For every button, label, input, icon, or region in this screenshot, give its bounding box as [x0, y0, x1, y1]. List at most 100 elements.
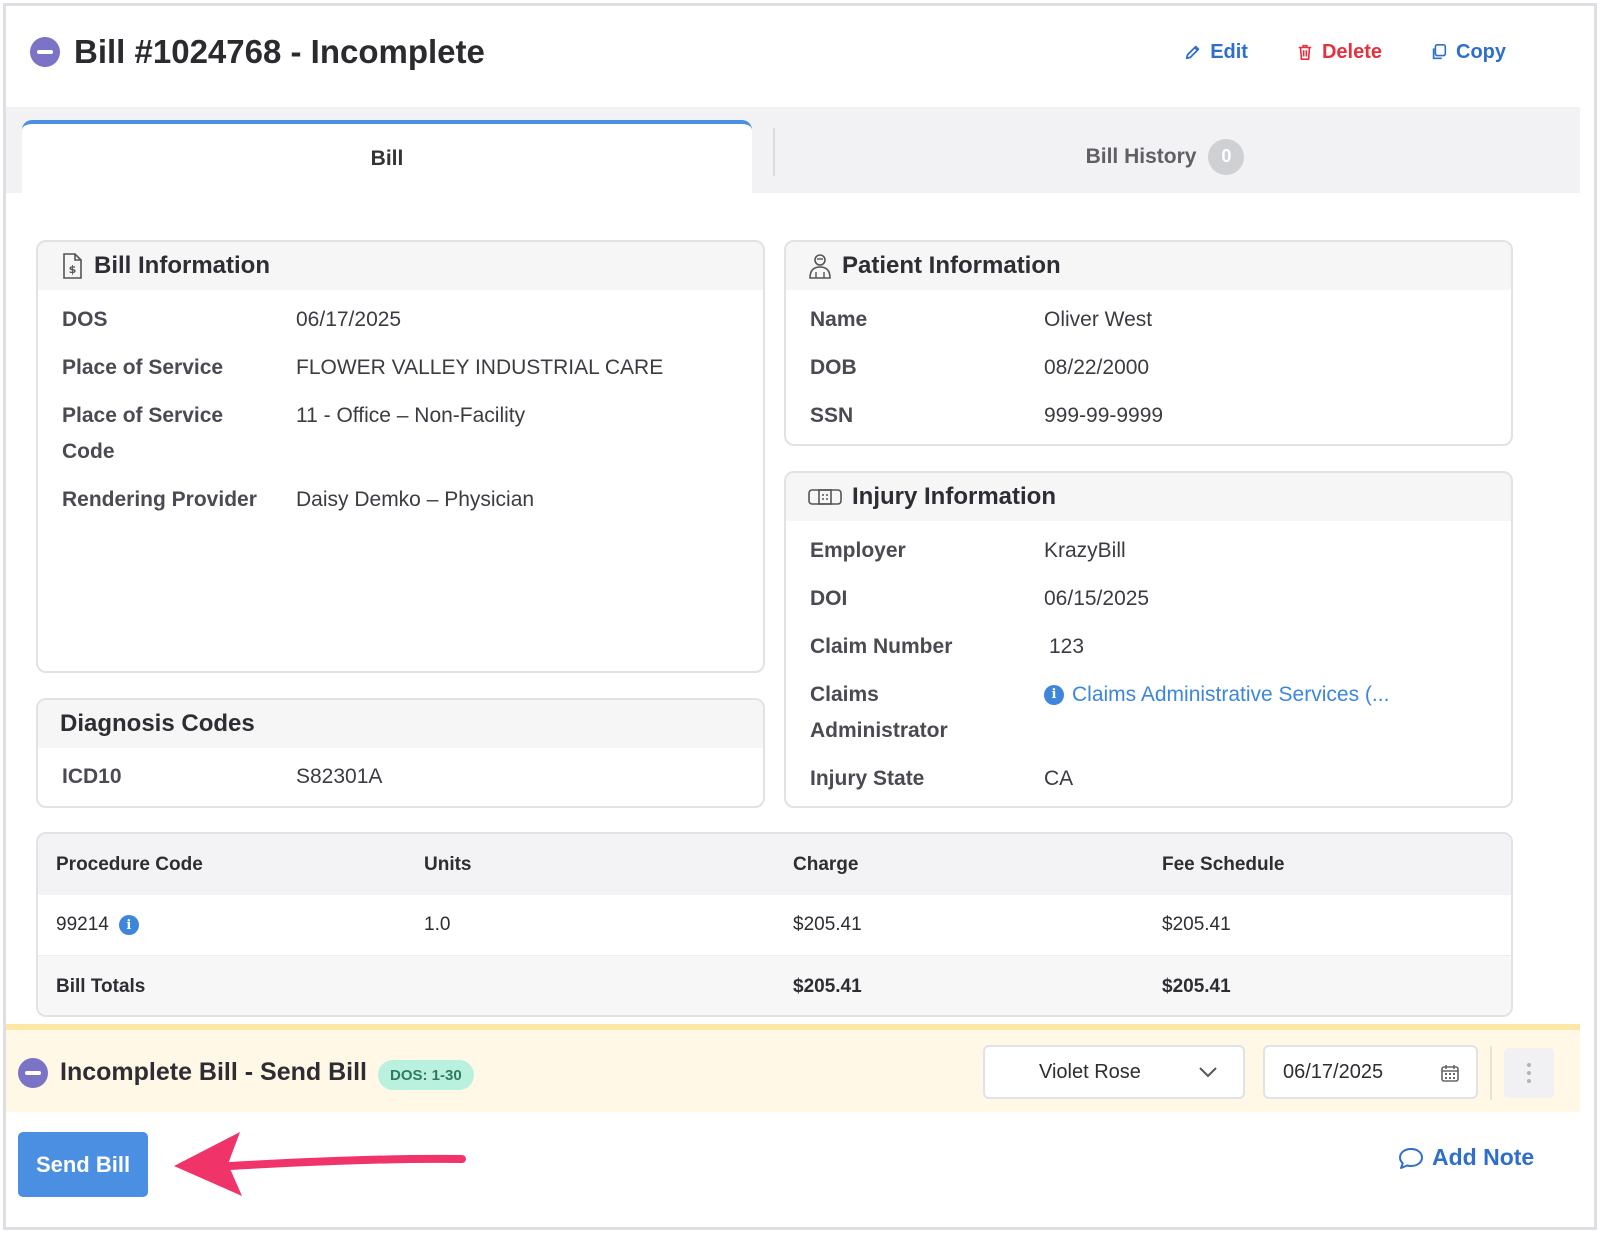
ssn-value: 999-99-9999: [1044, 404, 1164, 427]
annotation-arrow-icon: [174, 1132, 466, 1196]
injury-information-card: Injury Information Employer KrazyBill DO…: [784, 471, 1513, 808]
doi-value: 06/15/2025: [1044, 587, 1150, 610]
units-cell: 1.0: [424, 914, 451, 935]
name-value: Oliver West: [1044, 308, 1153, 331]
assignee-select[interactable]: Violet Rose: [983, 1045, 1245, 1099]
icd10-value: S82301A: [296, 765, 383, 788]
trash-icon: [1298, 44, 1312, 61]
more-options-button[interactable]: [1504, 1048, 1554, 1098]
doi-label: DOI: [810, 587, 848, 610]
info-icon: i: [1044, 685, 1064, 705]
procedure-code-value: 99214: [56, 914, 109, 935]
date-picker[interactable]: 06/17/2025: [1263, 1045, 1478, 1099]
column-header-charge: Charge: [793, 853, 859, 875]
assignee-value: Violet Rose: [1039, 1060, 1141, 1083]
bill-information-card: $ Bill Information DOS 06/17/2025 Place …: [36, 240, 765, 673]
bill-status-bar: Incomplete Bill - Send Bill DOS: 1-30 Vi…: [6, 1024, 1580, 1112]
kebab-dot: [1527, 1071, 1531, 1075]
injury-information-title: Injury Information: [852, 483, 1056, 510]
charge-cell: $205.41: [793, 914, 862, 935]
copy-label: Copy: [1456, 40, 1506, 63]
dob-label: DOB: [810, 356, 857, 379]
send-bill-label: Send Bill: [35, 1151, 131, 1177]
invoice-icon: $: [60, 253, 84, 279]
dob-value: 08/22/2000: [1044, 356, 1150, 379]
send-bill-button[interactable]: Send Bill: [18, 1132, 148, 1197]
ssn-label: SSN: [810, 404, 854, 427]
delete-label: Delete: [1321, 40, 1382, 63]
pos-code-label: Place of Service Code: [62, 404, 224, 463]
dos-value: 06/17/2025: [296, 308, 402, 331]
patient-information-header: Patient Information: [786, 242, 1511, 290]
place-of-service-value: FLOWER VALLEY INDUSTRIAL CARE: [296, 356, 664, 379]
page-header: Bill #1024768 - Incomplete Edit Delete C…: [30, 28, 1540, 76]
svg-text:$: $: [69, 263, 77, 276]
rendering-provider-value: Daisy Demko – Physician: [296, 488, 535, 511]
info-icon[interactable]: i: [118, 915, 139, 935]
edit-label: Edit: [1210, 40, 1248, 63]
procedure-code-cell: 99214 i: [56, 914, 139, 936]
employer-label: Employer: [810, 539, 906, 562]
tab-divider: [773, 128, 775, 176]
diagnosis-codes-title: Diagnosis Codes: [60, 710, 255, 737]
name-label: Name: [810, 308, 868, 331]
header-actions: Edit Delete Copy: [1184, 41, 1506, 64]
icd10-label: ICD10: [62, 765, 122, 788]
tab-bill[interactable]: Bill: [22, 120, 752, 193]
claims-administrator-label: Claims Administrator: [810, 683, 948, 742]
patient-information-card: Patient Information Name Oliver West DOB…: [784, 240, 1513, 446]
total-charge: $205.41: [793, 975, 862, 997]
comment-icon: [1399, 1147, 1423, 1169]
claim-number-label: Claim Number: [810, 635, 953, 658]
column-header-fee-schedule: Fee Schedule: [1162, 853, 1285, 875]
history-count-badge: 0: [1208, 138, 1245, 175]
copy-icon: [1432, 43, 1447, 60]
bill-information-header: $ Bill Information: [38, 242, 763, 290]
status-bar-title: Incomplete Bill - Send Bill: [60, 1058, 367, 1086]
calendar-icon[interactable]: [1440, 1063, 1460, 1083]
patient-information-title: Patient Information: [842, 252, 1061, 279]
rendering-provider-label: Rendering Provider: [62, 488, 257, 511]
bandage-icon: [808, 484, 842, 510]
page-title: Bill #1024768 - Incomplete: [74, 33, 485, 70]
claim-number-value: 123: [1049, 635, 1085, 658]
kebab-dot: [1527, 1079, 1531, 1083]
fee-schedule-cell: $205.41: [1162, 914, 1231, 935]
copy-button[interactable]: Copy: [1430, 41, 1506, 64]
claims-administrator-link[interactable]: i Claims Administrative Services (...: [1044, 677, 1389, 713]
kebab-dot: [1527, 1063, 1531, 1067]
add-note-label: Add Note: [1432, 1144, 1535, 1170]
table-totals-row: Bill Totals $205.41 $205.41: [38, 956, 1511, 1015]
injury-state-value: CA: [1044, 767, 1074, 790]
column-header-procedure-code: Procedure Code: [56, 853, 203, 875]
column-header-units: Units: [424, 853, 472, 875]
delete-button[interactable]: Delete: [1296, 41, 1382, 64]
add-note-button[interactable]: Add Note: [1398, 1144, 1534, 1171]
chevron-down-icon: [1199, 1067, 1217, 1078]
pencil-icon: [1185, 45, 1200, 60]
status-bar-divider: [1490, 1046, 1492, 1100]
dos-badge: DOS: 1-30: [378, 1060, 474, 1090]
table-row: 99214 i 1.0 $205.41 $205.41: [38, 895, 1511, 956]
injury-information-header: Injury Information: [786, 473, 1511, 521]
pos-code-value: 11 - Office – Non-Facility: [296, 404, 526, 427]
diagnosis-codes-header: Diagnosis Codes: [38, 700, 763, 748]
diagnosis-codes-card: Diagnosis Codes ICD10 S82301A: [36, 698, 765, 808]
tab-history-label: Bill History: [1085, 144, 1197, 168]
tab-bill-label: Bill: [370, 146, 404, 170]
totals-label: Bill Totals: [56, 975, 146, 997]
incomplete-status-icon: [18, 1058, 48, 1088]
total-fee-schedule: $205.41: [1162, 975, 1231, 997]
incomplete-status-icon: [30, 37, 60, 67]
procedures-table: Procedure Code Units Charge Fee Schedule…: [36, 832, 1513, 1017]
date-value: 06/17/2025: [1283, 1060, 1384, 1083]
patient-icon: [808, 253, 832, 279]
table-header-row: Procedure Code Units Charge Fee Schedule: [38, 834, 1511, 895]
tab-bill-history[interactable]: Bill History 0: [780, 120, 1550, 193]
edit-button[interactable]: Edit: [1184, 41, 1248, 64]
employer-value: KrazyBill: [1044, 539, 1126, 562]
bill-information-title: Bill Information: [94, 252, 270, 279]
dos-label: DOS: [62, 308, 108, 331]
injury-state-label: Injury State: [810, 767, 925, 790]
claims-administrator-value: Claims Administrative Services (...: [1072, 683, 1390, 706]
